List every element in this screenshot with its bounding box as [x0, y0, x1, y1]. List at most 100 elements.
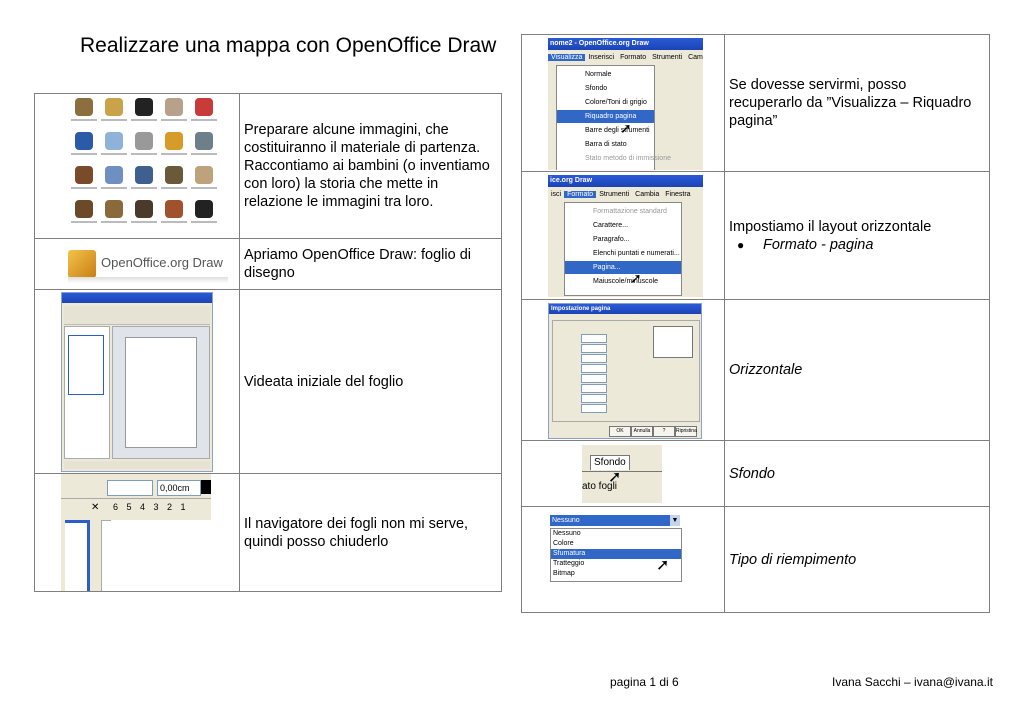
- navigator-close-screenshot: 0,00cm ✕ 6 5 4 3 2 1: [34, 473, 240, 592]
- menubar-item[interactable]: Visualizza: [548, 54, 586, 61]
- clipart-thumbnail-icon: [105, 166, 123, 184]
- menubar-item[interactable]: Cambia: [632, 191, 662, 198]
- dialog-button[interactable]: Annulla: [631, 426, 653, 437]
- dialog-field[interactable]: [581, 404, 607, 413]
- clipart-thumbnail-icon: [165, 132, 183, 150]
- clipart-caption: [71, 153, 97, 155]
- clipart-caption: [161, 187, 187, 189]
- menubar-item[interactable]: Cambia: [685, 54, 703, 61]
- dialog-field[interactable]: [581, 344, 607, 353]
- close-icon[interactable]: ✕: [91, 502, 99, 513]
- clipart-caption: [191, 187, 217, 189]
- clipart-caption: [101, 153, 127, 155]
- menubar-item[interactable]: Formato: [617, 54, 649, 61]
- mouse-cursor-icon: ➚: [656, 557, 670, 574]
- background-tab-screenshot: Sfondo ato fogli ➚: [521, 440, 725, 507]
- row-text: Impostiamo il layout orizzontale Formato…: [724, 171, 990, 300]
- window-title: ice.org Draw: [548, 175, 703, 187]
- dialog-field[interactable]: [581, 374, 607, 383]
- window-title: nome2 - OpenOffice.org Draw: [548, 38, 703, 50]
- menu-item[interactable]: Paragrafo...: [565, 233, 681, 246]
- menu-item[interactable]: Maiuscole/minuscole: [565, 275, 681, 288]
- menubar-item[interactable]: isci: [548, 191, 564, 198]
- menubar-item[interactable]: Strumenti: [649, 54, 685, 61]
- left-table: Preparare alcune immagini, che costituir…: [34, 93, 502, 592]
- clipart-thumbnail-icon: [195, 98, 213, 116]
- row-text: Sfondo: [724, 440, 990, 507]
- menu-item[interactable]: Pagina...: [565, 261, 681, 274]
- right-table: nome2 - OpenOffice.org Draw Visualizza In…: [521, 34, 990, 613]
- fill-option[interactable]: Nessuno: [551, 529, 681, 539]
- ruler: 6 5 4 3 2 1: [113, 502, 189, 512]
- footer-author: Ivana Sacchi – ivana@ivana.it: [832, 675, 993, 689]
- fill-type-screenshot: Nessuno ▼ Nessuno Colore Sfumatura Trattegg…: [521, 506, 725, 613]
- row-text: Apriamo OpenOffice Draw: foglio di diseg…: [239, 238, 502, 290]
- size-field: 0,00cm: [157, 480, 201, 496]
- fill-option[interactable]: Colore: [551, 539, 681, 549]
- clipart-caption: [161, 221, 187, 223]
- clipart-caption: [191, 221, 217, 223]
- menu-item[interactable]: Riquadro pagina: [557, 110, 654, 123]
- clipart-caption: [191, 153, 217, 155]
- clipart-thumbnail-icon: [105, 132, 123, 150]
- clipart-thumbnail-icon: [105, 200, 123, 218]
- menubar-item[interactable]: Inserisci: [585, 54, 617, 61]
- dialog-field[interactable]: [581, 394, 607, 403]
- mouse-cursor-icon: ➚: [608, 469, 622, 486]
- menu-item[interactable]: Formattazione standard: [565, 205, 681, 218]
- clipart-grid-image: [34, 93, 240, 239]
- clipart-thumbnail-icon: [195, 132, 213, 150]
- draw-logo-icon: [68, 250, 96, 278]
- menu-item[interactable]: Barra di stato: [557, 138, 654, 151]
- dialog-button[interactable]: Ripristina: [675, 426, 697, 437]
- clipart-thumbnail-icon: [135, 132, 153, 150]
- page-setup-dialog-screenshot: Impostazione pagina OK Annulla? Ripristina: [521, 299, 725, 441]
- view-menu-screenshot: nome2 - OpenOffice.org Draw Visualizza In…: [521, 34, 725, 172]
- dialog-button[interactable]: ?: [653, 426, 675, 437]
- menu-item[interactable]: Carattere...: [565, 219, 681, 232]
- instruction: Impostiamo il layout orizzontale: [729, 218, 932, 235]
- clipart-caption: [191, 119, 217, 121]
- clipart-caption: [101, 187, 127, 189]
- clipart-thumbnail-icon: [105, 98, 123, 116]
- menubar-item[interactable]: Formato: [564, 191, 597, 198]
- row-text: Videata iniziale del foglio: [239, 289, 502, 474]
- menubar-item[interactable]: Finestra: [662, 191, 693, 198]
- row-text: Il navigatore dei fogli non mi serve, qu…: [239, 473, 502, 592]
- clipart-caption: [71, 187, 97, 189]
- menu-item[interactable]: Colore/Toni di grigio: [557, 96, 654, 109]
- clipart-thumbnail-icon: [195, 166, 213, 184]
- row-text: Preparare alcune immagini, che costituir…: [239, 93, 502, 239]
- menu-item[interactable]: Elenchi puntati e numerati...: [565, 247, 681, 260]
- openoffice-draw-logo: OpenOffice.org Draw: [34, 238, 240, 290]
- menu-item[interactable]: Barre degli strumenti: [557, 124, 654, 137]
- bullet-item: Formato - pagina: [729, 236, 981, 254]
- clipart-caption: [131, 187, 157, 189]
- clipart-caption: [71, 119, 97, 121]
- dialog-button[interactable]: OK: [609, 426, 631, 437]
- clipart-caption: [131, 119, 157, 121]
- clipart-thumbnail-icon: [135, 166, 153, 184]
- clipart-thumbnail-icon: [75, 200, 93, 218]
- menu-item[interactable]: Normale: [557, 68, 654, 81]
- dialog-field[interactable]: [581, 384, 607, 393]
- logo-text: OpenOffice.org Draw: [101, 255, 223, 270]
- clipart-thumbnail-icon: [75, 132, 93, 150]
- clipart-thumbnail-icon: [165, 200, 183, 218]
- dialog-field[interactable]: [581, 334, 607, 343]
- clipart-thumbnail-icon: [75, 166, 93, 184]
- row-text: Orizzontale: [724, 299, 990, 441]
- fill-select[interactable]: Nessuno: [550, 515, 670, 526]
- menu-item[interactable]: Sfondo: [557, 82, 654, 95]
- mouse-cursor-icon: ➚: [630, 270, 642, 286]
- dialog-field[interactable]: [581, 354, 607, 363]
- chevron-down-icon[interactable]: ▼: [670, 515, 680, 526]
- footer-page-number: pagina 1 di 6: [610, 675, 679, 689]
- clipart-caption: [131, 153, 157, 155]
- row-text: Se dovesse servirmi, posso recuperarlo d…: [724, 34, 990, 172]
- menubar-item[interactable]: Strumenti: [596, 191, 632, 198]
- clipart-thumbnail-icon: [165, 166, 183, 184]
- page-title: Realizzare una mappa con OpenOffice Draw: [80, 34, 497, 57]
- dialog-field[interactable]: [581, 364, 607, 373]
- menu-item[interactable]: Stato metodo di immissione: [557, 152, 671, 165]
